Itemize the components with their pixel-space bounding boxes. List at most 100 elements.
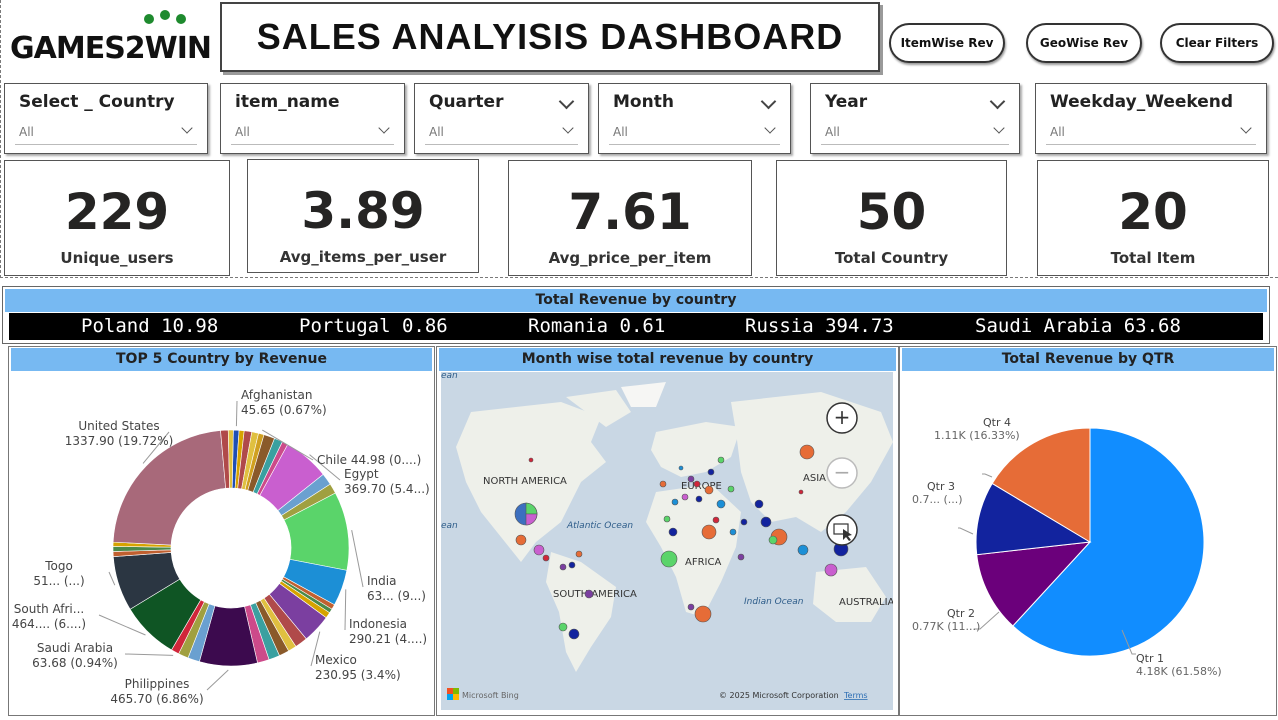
month-dropdown[interactable]: All: [609, 117, 780, 145]
world-map[interactable]: NORTH AMERICA EUROPE ASIA AFRICA SOUTH A…: [441, 372, 893, 710]
dropdown-value: All: [429, 125, 444, 139]
chevron-down-icon: [562, 122, 574, 134]
leader-line: [351, 530, 364, 588]
chevron-down-icon: [764, 122, 776, 134]
revenue-ticker: Total Revenue by country Poland 10.98 Po…: [2, 286, 1270, 344]
kpi-value: 7.61: [568, 183, 692, 241]
map-panel: Month wise total revenue by country NORT…: [436, 346, 899, 716]
kpi-value: 3.89: [301, 182, 425, 240]
terms-link[interactable]: Terms: [843, 691, 868, 700]
kpi-total-item: 20 Total Item: [1037, 160, 1269, 276]
map-title: Month wise total revenue by country: [439, 348, 896, 371]
donut-label-value: 290.21 (4....): [349, 632, 427, 646]
donut-label-value: 1337.90 (19.72%): [65, 434, 174, 448]
label-atlantic-ocean: Atlantic Ocean: [566, 521, 633, 531]
bing-attribution: Microsoft Bing: [462, 691, 519, 700]
kpi-value: 50: [856, 183, 927, 241]
map-bubble[interactable]: [660, 550, 678, 568]
clear-filters-button[interactable]: Clear Filters: [1160, 23, 1274, 63]
map-bubble[interactable]: [584, 589, 594, 599]
copyright-text: © 2025 Microsoft Corporation: [719, 691, 839, 700]
kpi-unique-users: 229 Unique_users: [4, 160, 230, 276]
kpi-avg-price-per-item: 7.61 Avg_price_per_item: [508, 160, 752, 276]
pie-label-qtr4-name: Qtr 4: [983, 416, 1011, 429]
year-dropdown[interactable]: All: [821, 117, 1009, 145]
leader-line: [206, 669, 229, 691]
donut-label-value: 230.95 (3.4%): [315, 668, 401, 682]
pie-label-qtr1-name: Qtr 1: [1136, 652, 1164, 665]
slicer-title: Month: [613, 92, 674, 112]
chevron-down-icon[interactable]: [989, 93, 1006, 110]
pie-label-qtr1-value: 4.18K (61.58%): [1136, 665, 1222, 678]
slicer-month: Month All: [598, 83, 791, 154]
donut-label-value: 369.70 (5.4...): [344, 482, 430, 496]
pie-title: Total Revenue by QTR: [902, 348, 1274, 371]
itemwise-rev-button[interactable]: ItemWise Rev: [889, 23, 1005, 63]
ticker-item-romania: Romania 0.61: [528, 315, 666, 337]
qtr-pie-chart: Qtr 4 1.11K (16.33%) Qtr 3 0.7... (...) …: [912, 416, 1222, 678]
label-africa: AFRICA: [685, 557, 721, 568]
dropdown-value: All: [825, 125, 840, 139]
logo-text: GAMES2WIN: [10, 31, 211, 64]
ticker-item-russia: Russia 394.73: [745, 315, 894, 337]
donut-label-value: 63.68 (0.94%): [32, 656, 118, 670]
map-bubble[interactable]: [533, 544, 545, 556]
kpi-label: Avg_price_per_item: [548, 249, 712, 267]
slicer-title: Weekday_Weekend: [1050, 92, 1234, 112]
pie-label-qtr2-value: 0.77K (11...): [912, 620, 980, 633]
map-bubble[interactable]: [799, 444, 815, 460]
donut-label-name: Saudi Arabia: [37, 641, 113, 655]
slicer-country: Select _ Country All: [4, 83, 208, 154]
label-ocean-left-top: ean: [441, 372, 458, 381]
donut-label-name: India: [367, 574, 396, 588]
map-select-button[interactable]: [826, 514, 858, 546]
zoom-out-button[interactable]: −: [826, 457, 858, 489]
chevron-down-icon: [993, 122, 1005, 134]
kpi-label: Unique_users: [60, 249, 174, 267]
pie-label-qtr4-value: 1.11K (16.33%): [934, 429, 1020, 442]
label-europe: EUROPE: [681, 481, 722, 492]
label-south-america: SOUTH AMERICA: [553, 589, 637, 600]
zoom-in-button[interactable]: +: [826, 402, 858, 434]
kpi-total-country: 50 Total Country: [776, 160, 1007, 276]
chevron-down-icon: [1240, 122, 1252, 134]
dashboard-title: SALES ANALYISIS DASHBOARD: [220, 2, 880, 72]
chevron-down-icon: [181, 122, 193, 134]
map-bubble[interactable]: [694, 605, 712, 623]
item-name-dropdown[interactable]: All: [231, 117, 394, 145]
donut-label-value: 45.65 (0.67%): [241, 403, 327, 417]
leader-line: [108, 571, 116, 586]
donut-label-name: Togo: [44, 559, 73, 573]
zoom-out-icon: −: [834, 460, 851, 484]
bing-logo-icon: [447, 688, 453, 694]
ticker-item-saudi-arabia: Saudi Arabia 63.68: [975, 315, 1181, 337]
ticker-band: Poland 10.98 Portugal 0.86 Romania 0.61 …: [9, 313, 1263, 340]
chevron-down-icon: [378, 122, 390, 134]
donut-label-name: Mexico: [315, 653, 357, 667]
geowise-rev-button[interactable]: GeoWise Rev: [1026, 23, 1142, 63]
donut-label-name: Chile 44.98 (0....): [317, 453, 421, 467]
ticker-item-portugal: Portugal 0.86: [299, 315, 448, 337]
map-bubble[interactable]: [701, 524, 717, 540]
chevron-down-icon[interactable]: [558, 93, 575, 110]
leader-line: [344, 589, 347, 631]
geowise-rev-label: GeoWise Rev: [1039, 36, 1129, 50]
map-bubble[interactable]: [824, 563, 838, 577]
kpi-avg-items-per-user: 3.89 Avg_items_per_user: [247, 159, 479, 273]
dropdown-value: All: [1050, 125, 1065, 139]
donut-label-name: Indonesia: [349, 617, 407, 631]
country-dropdown[interactable]: All: [15, 117, 197, 145]
map-bubble[interactable]: [515, 534, 527, 546]
donut-label-name: Afghanistan: [241, 388, 312, 402]
slicer-item-name: item_name All: [220, 83, 405, 154]
chevron-down-icon[interactable]: [760, 93, 777, 110]
weekday-weekend-dropdown[interactable]: All: [1046, 117, 1256, 145]
donut-label-value: 63... (9...): [367, 589, 426, 603]
slicer-year: Year All: [810, 83, 1020, 154]
kpi-label: Total Item: [1110, 249, 1196, 267]
label-asia: ASIA: [803, 473, 826, 484]
slicer-title: Select _ Country: [19, 92, 175, 112]
ticker-item-poland: Poland 10.98: [81, 315, 219, 337]
quarter-dropdown[interactable]: All: [425, 117, 578, 145]
ticker-title: Total Revenue by country: [5, 289, 1267, 312]
